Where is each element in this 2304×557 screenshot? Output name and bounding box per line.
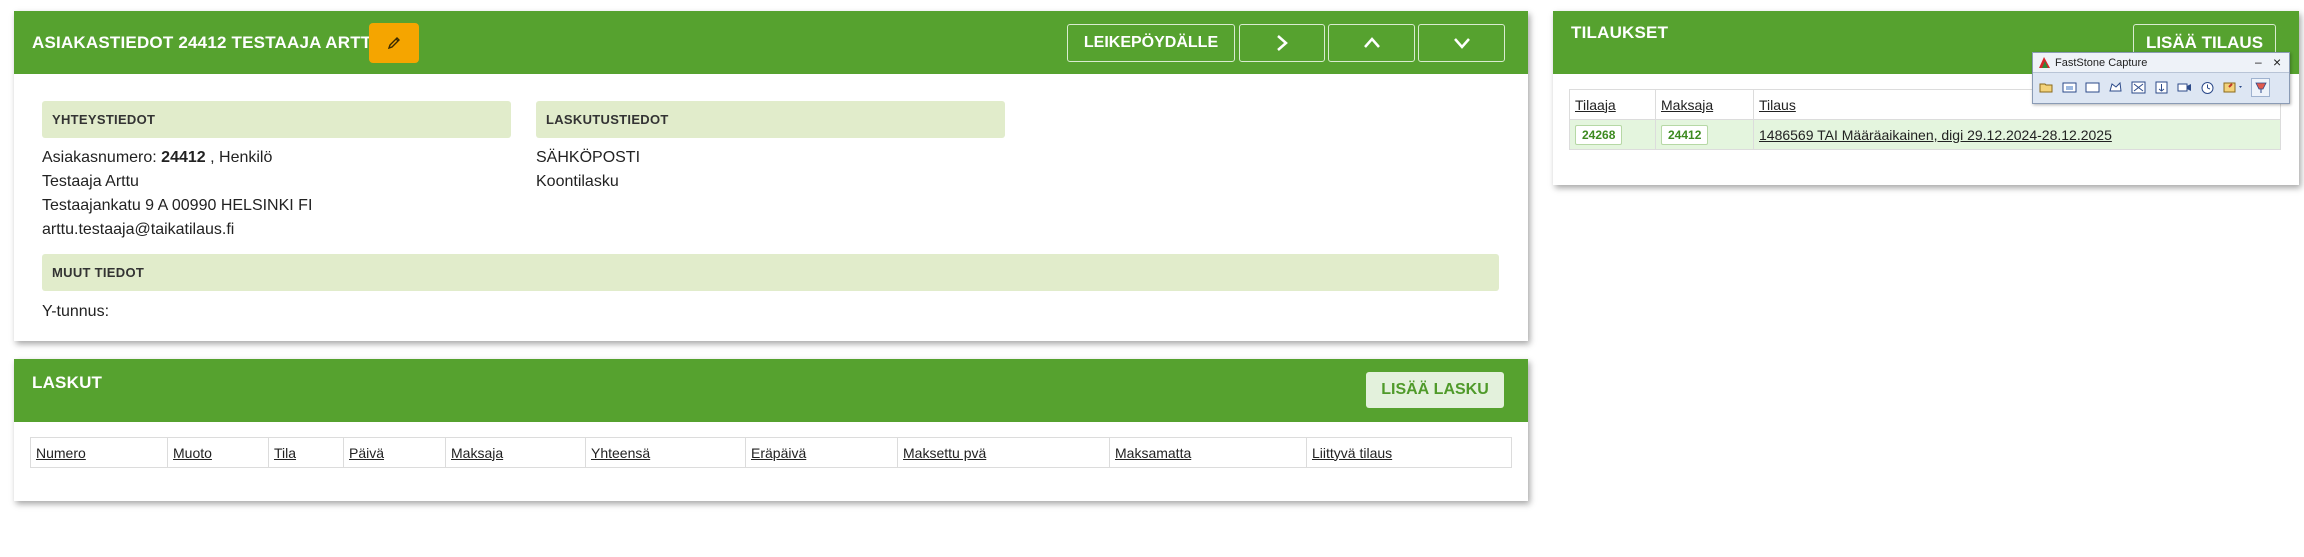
capture-tools — [2033, 73, 2289, 102]
minimize-button[interactable]: – — [2255, 55, 2262, 69]
customer-number: 24412 — [161, 149, 206, 166]
col-unpaid[interactable]: Maksamatta — [1109, 437, 1307, 468]
expand-button[interactable] — [1418, 24, 1505, 62]
copy-to-clipboard-button[interactable]: LEIKEPÖYDÄLLE — [1067, 24, 1235, 62]
col-order-payer[interactable]: Maksaja — [1655, 89, 1754, 120]
capture-window-icon[interactable] — [2060, 78, 2079, 97]
col-orderer[interactable]: Tilaaja — [1569, 89, 1656, 120]
customer-title: ASIAKASTIEDOT 24412 TESTAAJA ARTTU — [32, 33, 384, 52]
capture-fullscreen-icon[interactable] — [2129, 78, 2148, 97]
invoices-panel-header: LASKUT LISÄÄ LASKU — [14, 359, 1528, 422]
billing-method: SÄHKÖPOSTI — [536, 149, 641, 166]
col-paid-date[interactable]: Maksettu pvä — [897, 437, 1110, 468]
orders-title: TILAUKSET — [1571, 23, 1669, 42]
invoices-panel: LASKUT LISÄÄ LASKU Numero Muoto Tila Päi… — [14, 359, 1528, 501]
close-button[interactable]: × — [2273, 54, 2281, 70]
chevron-down-icon — [1453, 38, 1470, 49]
invoices-header-row: Numero Muoto Tila Päivä Maksaja Yhteensä… — [30, 437, 1512, 468]
faststone-logo-icon — [2039, 57, 2050, 68]
screen-recorder-icon[interactable] — [2175, 78, 2194, 97]
orderer-id[interactable]: 24268 — [1575, 124, 1623, 145]
capture-toolbar-title: FastStone Capture — [2055, 56, 2148, 69]
capture-toolbar-titlebar[interactable]: FastStone Capture – × — [2033, 53, 2289, 73]
col-due-date[interactable]: Eräpäivä — [745, 437, 898, 468]
add-invoice-button[interactable]: LISÄÄ LASKU — [1366, 372, 1504, 408]
customer-name: Testaaja Arttu — [42, 173, 139, 190]
edit-button[interactable] — [369, 23, 419, 63]
col-total[interactable]: Yhteensä — [585, 437, 746, 468]
table-row[interactable]: 24268 24412 1486569 TAI Määräaikainen, d… — [1569, 119, 2281, 150]
col-format[interactable]: Muoto — [167, 437, 269, 468]
collapse-button[interactable] — [1328, 24, 1415, 62]
output-options-icon[interactable] — [2221, 78, 2247, 97]
col-number[interactable]: Numero — [30, 437, 168, 468]
order-cell: 1486569 TAI Määräaikainen, digi 29.12.20… — [1753, 119, 2281, 150]
business-id-label: Y-tunnus: — [42, 303, 110, 320]
col-payer[interactable]: Maksaja — [445, 437, 586, 468]
customer-email: arttu.testaaja@taikatilaus.fi — [42, 221, 235, 238]
customer-number-line: Asiakasnumero: 24412 , Henkilö — [42, 149, 272, 167]
col-status[interactable]: Tila — [268, 437, 344, 468]
other-section-heading: MUUT TIEDOT — [42, 254, 1499, 291]
settings-menu-icon[interactable] — [2251, 78, 2270, 97]
next-button[interactable] — [1239, 24, 1325, 62]
col-related-order[interactable]: Liittyvä tilaus — [1306, 437, 1512, 468]
customer-type: , Henkilö — [205, 149, 273, 166]
col-date[interactable]: Päivä — [343, 437, 446, 468]
customer-panel-header: ASIAKASTIEDOT 24412 TESTAAJA ARTTU LEIKE… — [14, 11, 1528, 74]
billing-type: Koontilasku — [536, 173, 619, 190]
customer-number-label: Asiakasnumero: — [42, 149, 162, 166]
order-link[interactable]: 1486569 TAI Määräaikainen, digi 29.12.20… — [1759, 127, 2112, 143]
capture-rectangle-icon[interactable] — [2083, 78, 2102, 97]
customer-address: Testaajankatu 9 A 00990 HELSINKI FI — [42, 197, 313, 214]
chevron-right-icon — [1277, 35, 1288, 51]
payer-id[interactable]: 24412 — [1661, 124, 1709, 145]
invoices-title: LASKUT — [32, 373, 103, 392]
open-folder-icon[interactable] — [2037, 78, 2056, 97]
capture-scrolling-icon[interactable] — [2152, 78, 2171, 97]
capture-toolbar[interactable]: FastStone Capture – × — [2032, 52, 2290, 104]
customer-panel: ASIAKASTIEDOT 24412 TESTAAJA ARTTU LEIKE… — [14, 11, 1528, 341]
delay-timer-icon[interactable] — [2198, 78, 2217, 97]
capture-freehand-icon[interactable] — [2106, 78, 2125, 97]
billing-section-heading: LASKUTUSTIEDOT — [536, 101, 1005, 138]
chevron-up-icon — [1363, 37, 1380, 48]
orderer-cell: 24268 — [1569, 119, 1656, 150]
payer-cell: 24412 — [1655, 119, 1754, 150]
pencil-icon — [387, 37, 400, 50]
invoices-table: Numero Muoto Tila Päivä Maksaja Yhteensä… — [30, 437, 1512, 468]
contact-section-heading: YHTEYSTIEDOT — [42, 101, 511, 138]
